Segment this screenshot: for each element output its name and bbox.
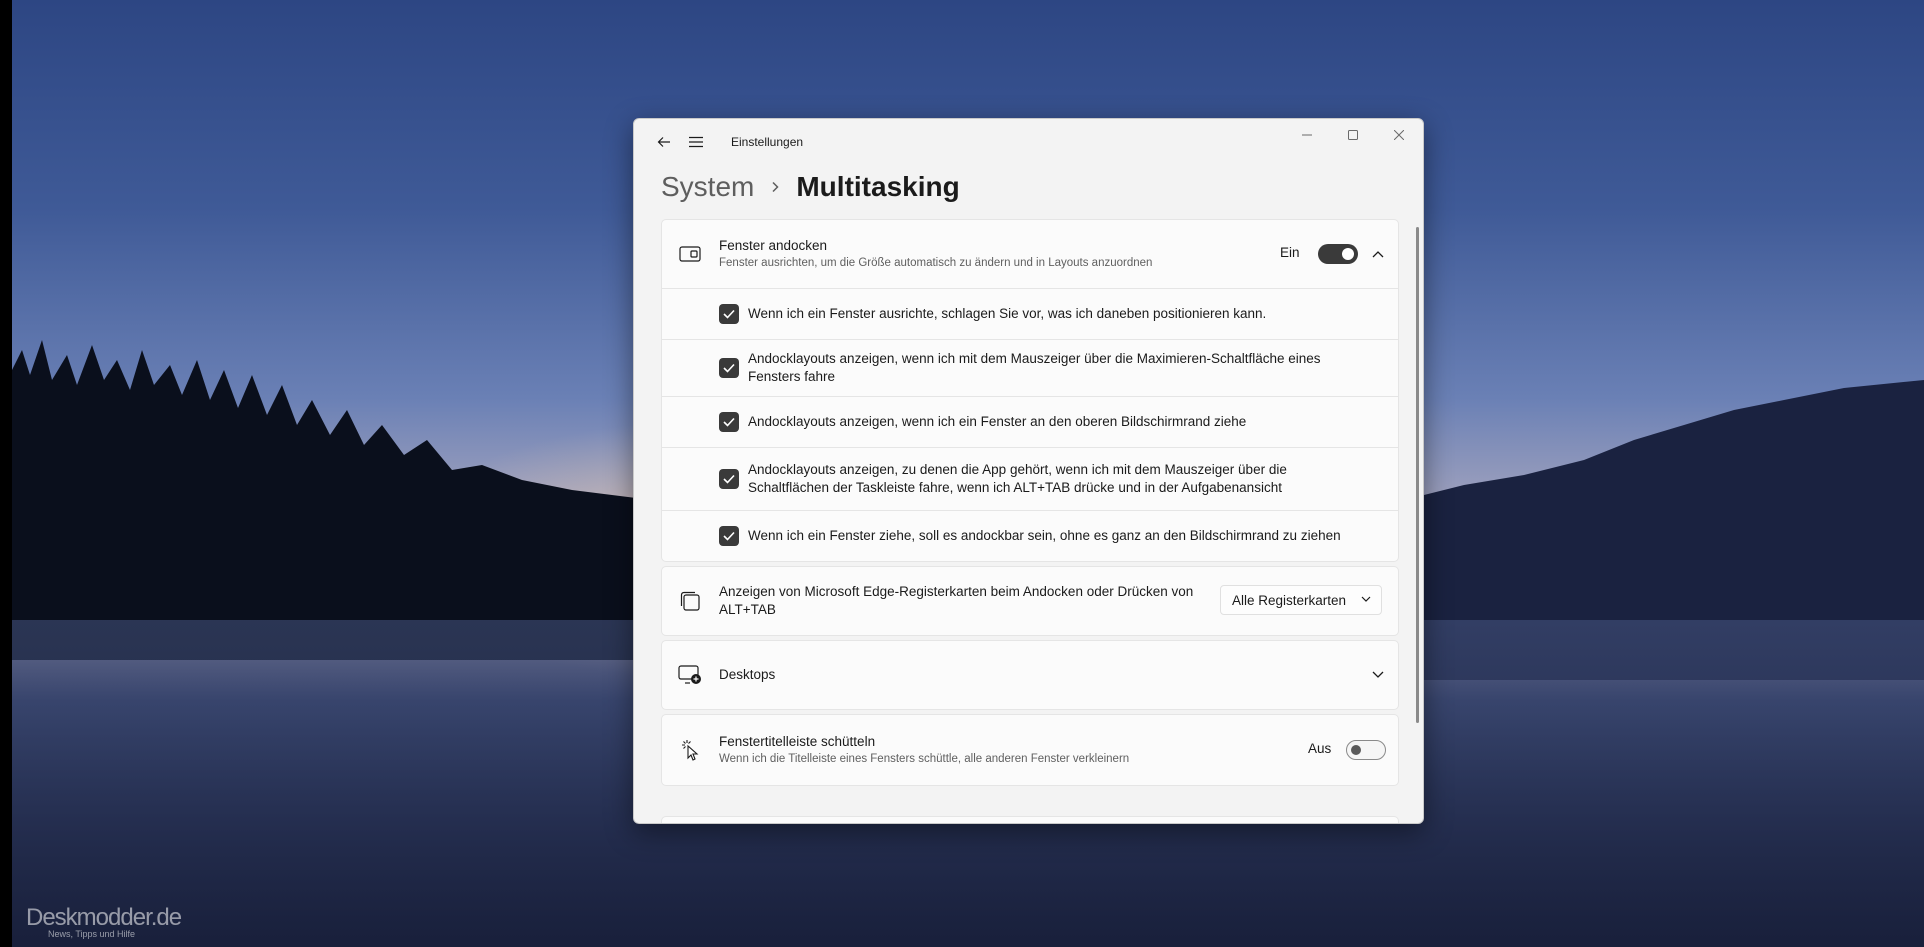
breadcrumb-parent-system[interactable]: System xyxy=(661,171,754,203)
shake-toggle-state: Aus xyxy=(1308,741,1332,756)
snap-windows-header[interactable]: Fenster andocken Fenster ausrichten, um … xyxy=(662,220,1398,288)
watermark-name: Deskmodder.de xyxy=(26,904,182,931)
snap-option-drag-edge[interactable]: Wenn ich ein Fenster ziehe, soll es ando… xyxy=(662,510,1398,561)
snap-windows-text: Fenster andocken Fenster ausrichten, um … xyxy=(719,237,1152,271)
snap-option-drag-top[interactable]: Andocklayouts anzeigen, wenn ich ein Fen… xyxy=(662,396,1398,447)
checkbox-drag-edge[interactable] xyxy=(719,526,739,546)
shake-description: Wenn ich die Titelleiste eines Fensters … xyxy=(719,753,1130,765)
checkbox-maximize-hover[interactable] xyxy=(719,358,739,378)
next-setting-card xyxy=(661,816,1399,823)
maximize-icon xyxy=(1348,130,1358,140)
shake-cursor-icon xyxy=(678,737,702,761)
chevron-down-icon[interactable] xyxy=(1370,667,1386,683)
close-button[interactable] xyxy=(1376,119,1422,151)
shake-toggle[interactable] xyxy=(1346,740,1386,760)
vertical-scrollbar[interactable] xyxy=(1416,227,1419,723)
settings-window: Einstellungen System Multitasking Fenste… xyxy=(633,118,1424,824)
stacked-windows-icon xyxy=(678,589,702,613)
checkmark-icon xyxy=(723,531,735,541)
add-desktop-icon xyxy=(678,663,702,687)
shake-title: Fenstertitelleiste schütteln xyxy=(719,734,876,749)
shake-text: Fenstertitelleiste schütteln Wenn ich di… xyxy=(719,733,1129,767)
edge-tabs-title: Anzeigen von Microsoft Edge-Registerkart… xyxy=(719,584,1194,617)
snap-option-taskbar-groups[interactable]: Andocklayouts anzeigen, zu denen die App… xyxy=(662,447,1398,510)
close-icon xyxy=(1394,130,1404,140)
snap-option-label: Andocklayouts anzeigen, zu denen die App… xyxy=(748,462,1287,495)
page-title: Multitasking xyxy=(796,171,960,202)
settings-content: Fenster andocken Fenster ausrichten, um … xyxy=(661,219,1399,823)
app-title: Einstellungen xyxy=(731,135,804,149)
snap-windows-title: Fenster andocken xyxy=(719,238,828,253)
hamburger-menu-icon xyxy=(689,136,703,148)
snap-option-label: Wenn ich ein Fenster ausrichte, schlagen… xyxy=(748,306,1267,321)
checkmark-icon xyxy=(723,417,735,427)
checkbox-drag-top[interactable] xyxy=(719,412,739,432)
snap-option-label: Andocklayouts anzeigen, wenn ich mit dem… xyxy=(748,351,1321,384)
desktops-text: Desktops xyxy=(719,666,775,684)
title-bar[interactable]: Einstellungen xyxy=(634,119,1423,163)
desktops-setting[interactable]: Desktops xyxy=(661,640,1399,710)
title-bar-shake-setting: Fenstertitelleiste schütteln Wenn ich di… xyxy=(661,714,1399,786)
chevron-right-icon xyxy=(770,181,780,193)
checkmark-icon xyxy=(723,474,735,484)
back-arrow-icon xyxy=(657,137,670,147)
snap-option-label: Andocklayouts anzeigen, wenn ich ein Fen… xyxy=(748,414,1247,429)
snap-windows-toggle[interactable] xyxy=(1318,244,1358,264)
dropdown-selected-value: Alle Registerkarten xyxy=(1232,592,1347,608)
breadcrumb: System Multitasking xyxy=(661,165,960,209)
edge-tabs-setting: Anzeigen von Microsoft Edge-Registerkart… xyxy=(661,566,1399,636)
minimize-icon xyxy=(1302,134,1312,136)
chevron-down-icon xyxy=(1361,596,1371,602)
navigation-menu-button[interactable] xyxy=(680,126,712,158)
watermark-logo: Deskmodder.de News, Tipps und Hilfe xyxy=(26,904,182,939)
snap-option-label: Wenn ich ein Fenster ziehe, soll es ando… xyxy=(748,528,1341,543)
desktops-title: Desktops xyxy=(719,667,776,682)
snap-option-maximize-hover[interactable]: Andocklayouts anzeigen, wenn ich mit dem… xyxy=(662,339,1398,396)
checkbox-suggest[interactable] xyxy=(719,304,739,324)
snap-toggle-state: Ein xyxy=(1280,245,1300,260)
checkmark-icon xyxy=(723,363,735,373)
chevron-up-icon[interactable] xyxy=(1370,246,1386,262)
checkbox-taskbar-groups[interactable] xyxy=(719,469,739,489)
minimize-button[interactable] xyxy=(1284,119,1330,151)
snap-windows-description: Fenster ausrichten, um die Größe automat… xyxy=(719,257,1153,269)
snap-window-icon xyxy=(678,242,702,266)
checkmark-icon xyxy=(723,309,735,319)
snap-windows-group: Fenster andocken Fenster ausrichten, um … xyxy=(661,219,1399,562)
edge-tabs-dropdown[interactable]: Alle Registerkarten xyxy=(1220,585,1382,615)
back-button[interactable] xyxy=(648,126,680,158)
forest-silhouette-left xyxy=(12,340,652,660)
maximize-button[interactable] xyxy=(1330,119,1376,151)
edge-tabs-text: Anzeigen von Microsoft Edge-Registerkart… xyxy=(719,583,1209,619)
snap-option-suggest[interactable]: Wenn ich ein Fenster ausrichte, schlagen… xyxy=(662,288,1398,339)
